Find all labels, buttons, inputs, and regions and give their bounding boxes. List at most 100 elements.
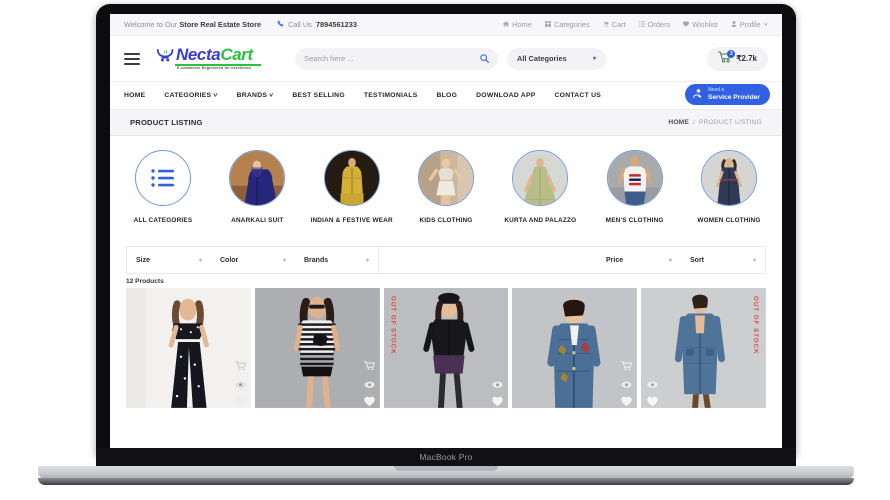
product-count: 12 Products <box>126 278 164 286</box>
topbar-link-categories[interactable]: Categories <box>544 20 590 29</box>
breadcrumb-current: PRODUCT LISTING <box>699 119 762 126</box>
product-actions <box>234 357 247 406</box>
category-thumb <box>606 150 663 206</box>
hamburger-icon[interactable] <box>124 52 140 65</box>
site-logo[interactable]: n Necta Cart E-commerce Engineered for ex… <box>157 46 261 71</box>
category-label: ALL CATEGORIES <box>133 217 193 224</box>
product-card[interactable]: OUT OF STOCK <box>383 288 509 410</box>
category-item-kurta-and-palazzo[interactable]: KURTA AND PALAZZO <box>497 150 583 226</box>
nav-item-blog[interactable]: BLOG <box>436 92 457 99</box>
filter-sort[interactable]: Sort ▾ <box>681 247 765 273</box>
shopping-cart-logo-icon: n <box>157 47 174 63</box>
product-card[interactable] <box>126 288 251 410</box>
nav-item-brands[interactable]: BRANDS ˅ <box>237 92 274 99</box>
product-image <box>126 288 251 409</box>
welcome-prefix: Welcome to Our <box>124 20 180 29</box>
filter-label: Size <box>136 256 151 264</box>
product-card[interactable] <box>512 288 638 410</box>
search-box[interactable] <box>295 47 498 70</box>
chevron-down-icon: ˅ <box>763 20 768 29</box>
nav-label: BEST SELLING <box>292 92 345 99</box>
topbar-link-home[interactable]: Home <box>503 20 532 29</box>
category-label: MEN'S CLOTHING <box>605 217 664 224</box>
topbar-link-profile[interactable]: Profile ˅ <box>731 20 768 29</box>
nav-item-download-app[interactable]: DOWNLOAD APP <box>476 92 535 99</box>
cart-icon[interactable] <box>621 357 633 370</box>
nav-item-home[interactable]: HOME <box>124 92 145 99</box>
topbar-links: Home Categories Cart Orders Wishlist Pro… <box>503 20 768 29</box>
heart-icon[interactable] <box>363 393 375 406</box>
topbar-link-label: Home <box>512 20 532 29</box>
heart-icon[interactable] <box>492 393 504 406</box>
category-item-mens-clothing[interactable]: MEN'S CLOTHING <box>592 150 678 226</box>
category-item-all-categories[interactable]: ALL CATEGORIES <box>120 150 206 226</box>
service-gear-icon <box>693 86 704 104</box>
nav-item-best-selling[interactable]: BEST SELLING <box>292 92 344 99</box>
nav-item-categories[interactable]: CATEGORIES ˅ <box>164 92 217 99</box>
topbar-link-label: Profile <box>739 20 761 29</box>
cart-icon[interactable] <box>363 357 375 370</box>
filter-size[interactable]: Size ▾ <box>127 247 211 273</box>
service-button-text: Need a Service Provider <box>708 87 760 101</box>
nav-item-testimonials[interactable]: TESTIMONIALS <box>364 92 418 99</box>
filter-color[interactable]: Color ▾ <box>211 247 295 273</box>
category-thumb <box>323 150 380 206</box>
eye-icon[interactable] <box>492 375 503 388</box>
category-item-women-clothing[interactable]: WOMEN CLOTHING <box>686 150 772 226</box>
chevron-down-icon: ▾ <box>752 257 756 264</box>
filter-brands[interactable]: Brands ▾ <box>295 247 379 274</box>
user-icon <box>731 20 737 29</box>
topbar-link-cart[interactable]: Cart <box>602 20 626 29</box>
category-item-anarkali-suit[interactable]: ANARKALI SUIT <box>214 150 300 226</box>
cart-summary-button[interactable]: 2 ₹2.7k <box>707 46 768 71</box>
chevron-down-icon: ˅ <box>213 92 218 99</box>
category-item-kids-clothing[interactable]: KIDS CLOTHING <box>403 150 489 226</box>
category-thumb <box>229 150 286 206</box>
breadcrumb: HOME / PRODUCT LISTING <box>668 119 762 126</box>
chevron-down-icon: ▾ <box>592 56 596 62</box>
filter-price[interactable]: Price ▾ <box>597 247 681 273</box>
logo-tagline: E-commerce Engineered for excellence <box>177 66 252 71</box>
heart-icon[interactable] <box>647 393 658 406</box>
product-actions <box>647 375 658 406</box>
grid-icon <box>544 20 551 29</box>
page-title: PRODUCT LISTING <box>130 118 203 127</box>
filter-label: Sort <box>690 256 704 264</box>
topbar-link-orders[interactable]: Orders <box>638 20 670 29</box>
category-thumb <box>417 150 474 206</box>
heart-icon[interactable] <box>621 393 632 406</box>
category-thumb <box>512 150 569 206</box>
welcome-message: Welcome to Our Store Real Estate Store <box>124 20 261 29</box>
call-us-label: Call Us <box>288 20 312 29</box>
logo-wordmark: n Necta Cart <box>157 46 261 63</box>
category-label: KURTA AND PALAZZO <box>504 217 577 224</box>
search-icon[interactable] <box>480 50 489 68</box>
search-area: All Categories ▾ <box>295 47 606 70</box>
heart-icon[interactable] <box>235 393 246 406</box>
need-service-provider-button[interactable]: Need a Service Provider <box>684 84 770 105</box>
filter-label: Price <box>606 256 624 264</box>
cart-icon[interactable] <box>234 357 247 370</box>
product-image <box>641 288 766 409</box>
call-us-block[interactable]: Call Us 7894561233 <box>277 20 357 29</box>
product-card[interactable]: OUT OF STOCK <box>641 288 766 410</box>
eye-icon[interactable] <box>647 375 658 388</box>
category-label: INDIAN & FESTIVE WEAR <box>310 217 393 224</box>
category-strip: ALL CATEGORIES ANARKALI SUIT INDIAN & FE… <box>110 136 782 232</box>
eye-icon[interactable] <box>364 375 375 388</box>
breadcrumb-separator: / <box>692 119 696 126</box>
topbar-link-wishlist[interactable]: Wishlist <box>683 20 718 29</box>
ecommerce-page: Welcome to Our Store Real Estate Store C… <box>110 14 782 411</box>
category-item-indian-festive-wear[interactable]: INDIAN & FESTIVE WEAR <box>309 150 395 226</box>
search-input[interactable] <box>304 54 474 63</box>
nav-item-contact-us[interactable]: CONTACT US <box>555 92 602 99</box>
eye-icon[interactable] <box>235 375 246 388</box>
cart-amount: ₹2.7k <box>736 54 757 63</box>
category-select[interactable]: All Categories ▾ <box>507 47 606 70</box>
eye-icon[interactable] <box>621 375 632 388</box>
product-actions <box>621 357 633 406</box>
product-image <box>512 288 638 409</box>
product-card[interactable] <box>254 288 380 410</box>
chevron-down-icon: ▾ <box>365 257 369 264</box>
breadcrumb-home[interactable]: HOME <box>668 119 689 126</box>
